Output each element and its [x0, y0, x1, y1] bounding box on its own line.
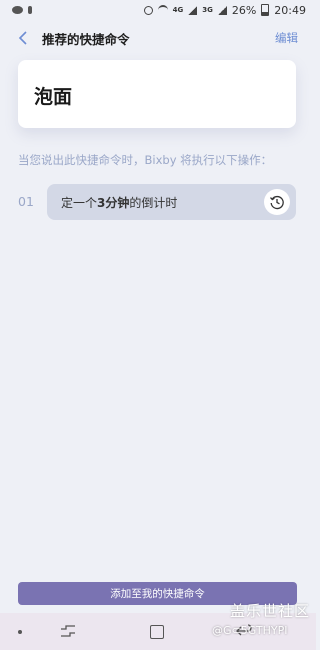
edit-button[interactable]: 编辑: [275, 30, 298, 46]
signal-icon: [188, 5, 198, 15]
page-title: 推荐的快捷命令: [42, 31, 130, 47]
action-text: 定一个3分钟的倒计时: [61, 194, 177, 211]
action-row: 01 定一个3分钟的倒计时: [18, 184, 298, 220]
status-left: [12, 6, 32, 14]
wechat-icon: [12, 6, 23, 14]
action-item[interactable]: 定一个3分钟的倒计时: [47, 184, 296, 220]
battery-percent: 26%: [231, 3, 257, 17]
command-name-card[interactable]: 泡面: [18, 60, 296, 128]
app-bar: 推荐的快捷命令 编辑: [0, 24, 316, 52]
action-text-prefix: 定一个: [61, 196, 98, 210]
alarm-icon: [143, 5, 153, 15]
signal-icon-2: [217, 5, 227, 15]
battery-icon: [261, 4, 270, 16]
action-description: 当您说出此快捷命令时，Bixby 将执行以下操作：: [18, 153, 273, 167]
chevron-left-icon: [18, 31, 27, 45]
status-time: 20:49: [274, 3, 306, 17]
status-bar: 4G 3G 26% 20:49: [0, 0, 316, 20]
watermark-handle: @G⊂5GTHYPI: [212, 624, 288, 637]
recent-apps-icon[interactable]: [60, 625, 76, 637]
nav-dot-icon[interactable]: [18, 630, 22, 634]
microphone-icon: [28, 6, 32, 14]
wifi-icon: [157, 5, 168, 15]
watermark-text: 盖乐世社区: [230, 602, 311, 620]
command-name: 泡面: [34, 86, 73, 108]
action-index: 01: [18, 194, 34, 209]
network-3g-label: 3G: [202, 6, 213, 14]
action-text-bold: 3分钟: [97, 196, 130, 210]
network-4g-label: 4G: [172, 6, 184, 14]
home-icon[interactable]: [150, 625, 164, 639]
timer-icon: [264, 189, 290, 215]
status-right: 4G 3G 26% 20:49: [143, 3, 306, 17]
action-text-suffix: 的倒计时: [129, 196, 178, 210]
back-button[interactable]: [12, 27, 34, 49]
